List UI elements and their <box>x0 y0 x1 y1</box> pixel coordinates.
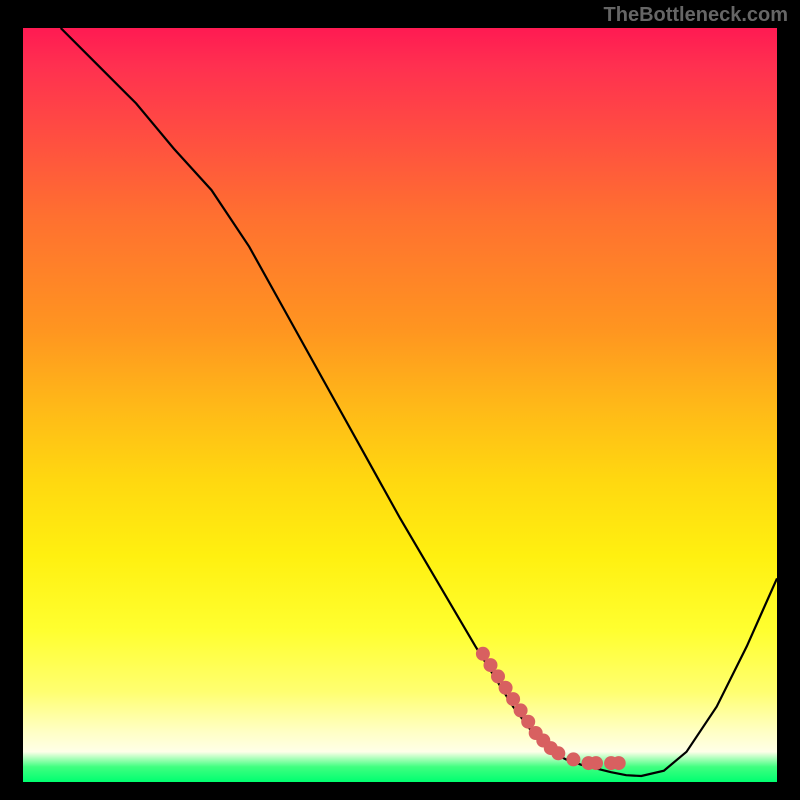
highlight-dots <box>476 647 626 770</box>
highlight-dot <box>589 756 603 770</box>
chart-area <box>20 25 780 785</box>
highlight-dot <box>566 752 580 766</box>
highlight-dot <box>612 756 626 770</box>
highlight-dot <box>551 746 565 760</box>
watermark-text: TheBottleneck.com <box>604 4 788 27</box>
main-curve <box>61 28 777 776</box>
highlight-dot <box>491 669 505 683</box>
chart-svg <box>23 28 777 782</box>
